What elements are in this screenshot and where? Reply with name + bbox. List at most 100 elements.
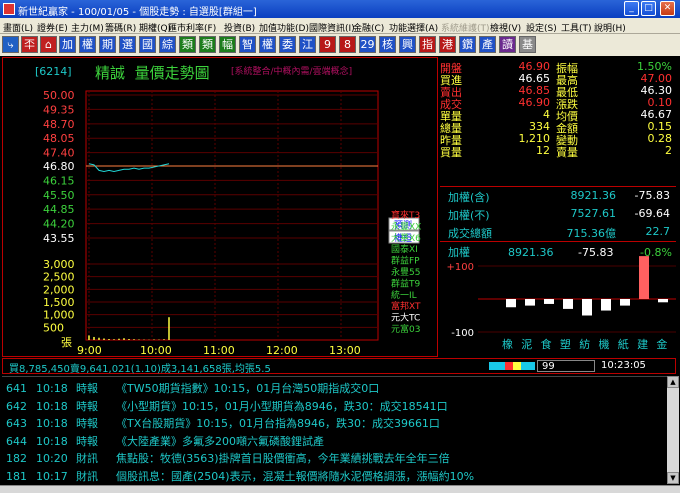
menu-item[interactable]: 證券(E)	[37, 21, 68, 34]
clock-text: 10:23:05	[601, 360, 646, 371]
scroll-up-icon[interactable]: ▲	[667, 376, 679, 388]
menu-item[interactable]: 加值功能(D)	[259, 21, 309, 34]
sector-label: 加權	[448, 246, 470, 259]
toolbar-button[interactable]: 加	[59, 36, 76, 53]
toolbar-button[interactable]: 9	[319, 36, 336, 53]
sector-value: 8921.36	[508, 246, 554, 259]
menu-item[interactable]: 投資(B)	[224, 21, 255, 34]
trade-summary: 買8,785,450賣9,641,021(1.10)成3,141,658張,均張…	[9, 364, 271, 375]
sector-bar	[639, 256, 649, 299]
toolbar-button[interactable]: 8	[339, 36, 356, 53]
volume-tick: 1,500	[43, 296, 75, 309]
broker-label: 大華X6	[391, 232, 421, 244]
toolbar-button[interactable]: 期	[99, 36, 116, 53]
menu-item[interactable]: 畫面(L)	[3, 21, 33, 34]
toolbar-button[interactable]: 鑽	[459, 36, 476, 53]
menu-item[interactable]: 功能選擇(A)	[389, 21, 438, 34]
tool-icon[interactable]: ⤷	[2, 36, 19, 53]
time-tick: 10:00	[140, 344, 172, 357]
toolbar-button[interactable]: 核	[379, 36, 396, 53]
sector-bar	[506, 299, 516, 308]
toolbar-button[interactable]: 讀	[499, 36, 516, 53]
toolbar-button[interactable]: 委	[279, 36, 296, 53]
news-number: 643	[6, 417, 27, 430]
news-time: 10:18	[36, 434, 68, 448]
broker-label: 國泰XI	[391, 243, 418, 255]
news-scrollbar[interactable]: ▲ ▼	[667, 376, 679, 484]
news-item[interactable]: 643 10:18 時報 《TX台股期貨》10:15，01月台指為8946，跌30：成…	[6, 415, 440, 431]
horizontal-scrollbar[interactable]	[0, 485, 680, 493]
index-label: 加權(含)	[448, 191, 490, 204]
price-tick: 46.15	[43, 174, 75, 187]
sector-category: 金	[656, 337, 667, 351]
sector-bar	[658, 299, 668, 303]
news-headline: 《TW50期貨指數》10:15，01月台灣50期指成交0口	[116, 382, 380, 395]
news-time: 10:18	[36, 399, 68, 413]
menu-item[interactable]: 設定(S)	[526, 21, 557, 34]
broker-label: 群益FP	[391, 255, 420, 267]
toolbar-button[interactable]: 權	[259, 36, 276, 53]
news-time: 10:18	[36, 417, 68, 430]
news-number: 641	[6, 382, 27, 395]
toolbar-button[interactable]: 興	[399, 36, 416, 53]
toolbar-button[interactable]: 江	[299, 36, 316, 53]
price-tick: 46.80	[43, 160, 75, 173]
stock-icon[interactable]: 㔻	[21, 36, 38, 53]
news-headline: 《大陸產業》多氟多200噸六氟磷酸鋰試產	[116, 434, 324, 448]
minimize-button[interactable]: _	[624, 1, 639, 16]
news-item[interactable]: 181 10:17 財訊 個股訊息：國產(2504)表示，混凝土報價將隨水泥價格調漲，…	[6, 468, 474, 484]
toolbar-button[interactable]: 基	[519, 36, 536, 53]
toolbar-button[interactable]: 幅	[219, 36, 236, 53]
news-item[interactable]: 642 10:18 時報 《小型期貨》10:15，01月小型期貨為8946，跌30：成…	[6, 398, 448, 414]
news-number: 644	[6, 434, 27, 448]
menu-item[interactable]: 檢視(V)	[490, 21, 521, 34]
news-number: 642	[6, 399, 27, 413]
toolbar-button[interactable]: 智	[239, 36, 256, 53]
news-time: 10:18	[36, 382, 68, 395]
toolbar-button[interactable]: 類	[179, 36, 196, 53]
menu-item[interactable]: 金融(C)	[353, 21, 384, 34]
home-icon[interactable]: ⌂	[40, 36, 57, 53]
price-volume-chart: [6214] 精誠 量價走勢圖 [系統整合/中概內需/雲端概念] 50.00 49…	[2, 57, 438, 357]
toolbar-button[interactable]: 國	[139, 36, 156, 53]
quote-row: 買量 12 賣量 2	[440, 144, 676, 159]
menu-item[interactable]: 主力(M)	[71, 21, 104, 34]
toolbar-button[interactable]: 綜	[159, 36, 176, 53]
menu-item[interactable]: 說明(H)	[594, 21, 626, 34]
toolbar-button[interactable]: 權	[79, 36, 96, 53]
news-item[interactable]: 641 10:18 時報 《TW50期貨指數》10:15，01月台灣50期指成交0口	[6, 380, 379, 396]
sector-tick: -100	[451, 328, 474, 339]
menu-item[interactable]: 系統維護(T)	[441, 21, 490, 34]
scroll-down-icon[interactable]: ▼	[667, 472, 679, 484]
price-tick: 44.85	[43, 203, 75, 216]
toolbar-button[interactable]: 指	[419, 36, 436, 53]
toolbar-button[interactable]: 港	[439, 36, 456, 53]
news-item[interactable]: 182 10:20 財訊 焦點股：牧德(3563)掛牌首日股價衝高，今年業績挑戰去年全…	[6, 450, 450, 466]
menu-item[interactable]: 工具(T)	[561, 21, 592, 34]
price-tick: 50.00	[43, 89, 75, 102]
price-tick: 47.40	[43, 147, 75, 160]
toolbar-button[interactable]: 產	[479, 36, 496, 53]
sector-bar	[601, 299, 611, 311]
broker-label: 統一IL	[391, 289, 417, 301]
toolbar-button[interactable]: 類	[199, 36, 216, 53]
maximize-button[interactable]: □	[641, 1, 656, 16]
quote-label: 買量	[440, 146, 462, 159]
toolbar-button[interactable]: 29	[359, 36, 376, 53]
news-time: 10:20	[36, 452, 68, 465]
sector-bar	[525, 299, 535, 306]
close-button[interactable]: ✕	[660, 1, 675, 16]
menu-item[interactable]: 國際資訊(I)	[309, 21, 355, 34]
quote-value: 12	[536, 144, 550, 157]
menu-item[interactable]: 匯市利率(F)	[168, 21, 216, 34]
broker-label: 元大TC	[391, 312, 420, 324]
sector-category: 建	[637, 337, 648, 351]
menu-item[interactable]: 期權(Q)	[139, 21, 171, 34]
time-tick: 9:00	[77, 344, 102, 357]
toolbar-button[interactable]: 選	[119, 36, 136, 53]
news-number: 182	[6, 452, 27, 465]
news-item[interactable]: 644 10:18 時報 《大陸產業》多氟多200噸六氟磷酸鋰試產	[6, 433, 324, 449]
page-input[interactable]: 99	[537, 360, 595, 372]
price-line	[88, 163, 170, 173]
menu-item[interactable]: 籌碼(R)	[105, 21, 136, 34]
